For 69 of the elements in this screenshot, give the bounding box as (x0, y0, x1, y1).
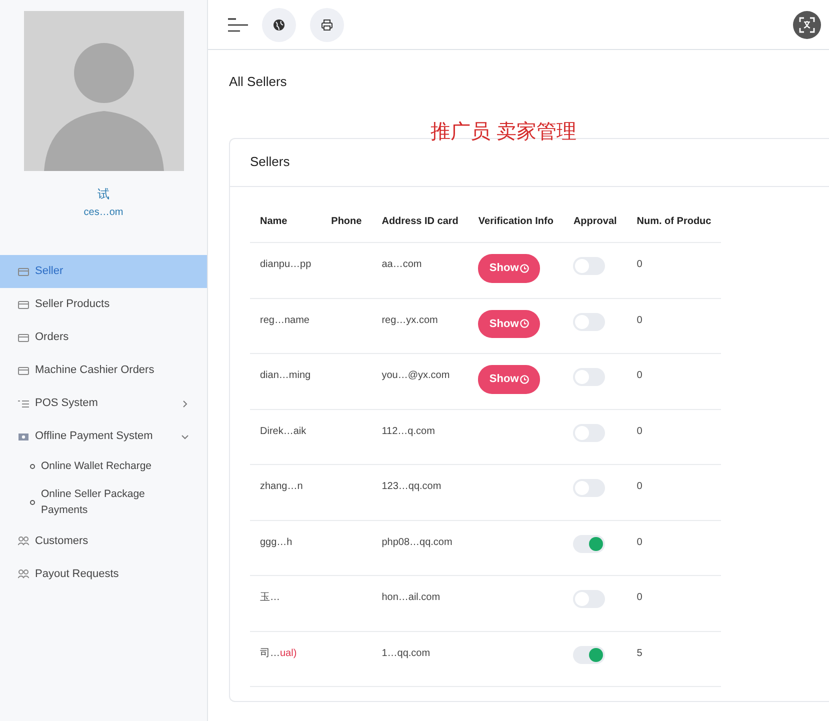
seller-name: dian…ming (260, 370, 311, 381)
page-title: All Sellers (228, 73, 288, 91)
chevron-icon (181, 400, 189, 408)
users-icon (18, 536, 29, 546)
approval-toggle[interactable] (573, 534, 606, 552)
card-icon (18, 266, 29, 276)
menu-icon[interactable] (228, 16, 248, 32)
product-count: 0 (636, 370, 642, 381)
seller-email: 123…qq.com (382, 481, 442, 492)
product-count: 0 (636, 536, 642, 548)
product-count: 5 (636, 648, 642, 658)
seller-email: 112…q.com (382, 426, 435, 436)
seller-name: zhang…n (260, 481, 303, 492)
sidebar-item[interactable]: Seller Products (0, 288, 207, 321)
translate-icon (799, 16, 815, 32)
column-header: Num. of Produc (626, 200, 722, 242)
sidebar-item[interactable]: Machine Cashier Orders (0, 354, 207, 387)
card-icon (18, 300, 29, 310)
language-button[interactable] (262, 8, 296, 42)
submenu-item[interactable]: Online Seller Package Payments (0, 480, 207, 524)
product-count: 0 (636, 259, 642, 270)
seller-name: ggg…h (260, 536, 292, 548)
sidebar-item[interactable]: Customers (0, 524, 207, 558)
user-email: ces…om (82, 206, 124, 220)
seller-email: 1…qq.com (382, 648, 430, 658)
column-header: Phone (321, 200, 372, 242)
user-name: 试 (96, 186, 110, 203)
card-icon (18, 332, 29, 342)
sidebar-item[interactable]: Offline Payment System (0, 420, 207, 453)
column-header: Approval (563, 200, 627, 242)
seller-email: php08…qq.com (382, 536, 452, 548)
seller-email: you…@yx.com (382, 370, 450, 381)
translate-button[interactable] (793, 10, 821, 38)
clock-icon (520, 374, 529, 384)
seller-name: 司… (260, 648, 280, 658)
product-count: 0 (636, 592, 642, 603)
seller-email: aa…com (382, 259, 422, 270)
product-count: 0 (636, 426, 642, 436)
seller-name: Direk…aik (260, 426, 306, 436)
clock-icon (520, 264, 529, 273)
column-header: Verification Info (468, 200, 564, 242)
seller-email: reg…yx.com (382, 314, 438, 326)
seller-name: reg…name (260, 314, 310, 326)
show-button[interactable]: Show (478, 254, 540, 282)
print-button[interactable] (310, 8, 344, 42)
banknote-icon (18, 432, 29, 442)
printer-icon (321, 18, 333, 30)
chevron-icon (181, 432, 189, 440)
column-header: Address ID card (372, 200, 468, 242)
sidebar-item[interactable]: Payout Requests (0, 557, 207, 590)
sidebar-item[interactable]: Orders (0, 321, 207, 354)
users-icon (18, 568, 29, 579)
sidebar-item[interactable]: POS System (0, 387, 207, 420)
column-header: Name (250, 200, 322, 242)
show-button[interactable]: Show (478, 365, 540, 394)
annotation-text: 推广员 卖家管理 (430, 122, 578, 142)
virtual-tag: ual) (280, 648, 297, 658)
show-button[interactable]: Show (478, 310, 540, 338)
product-count: 0 (636, 314, 642, 326)
list-icon (18, 398, 29, 408)
seller-name: dianpu…pp (260, 259, 312, 270)
seller-email: hon…ail.com (382, 592, 440, 603)
card-icon (18, 366, 29, 376)
globe-icon (273, 18, 285, 30)
approval-toggle[interactable] (573, 646, 606, 664)
product-count: 0 (636, 481, 642, 492)
submenu-item[interactable]: Online Wallet Recharge (0, 453, 207, 481)
seller-name: 玉… (260, 592, 280, 603)
clock-icon (520, 319, 529, 328)
